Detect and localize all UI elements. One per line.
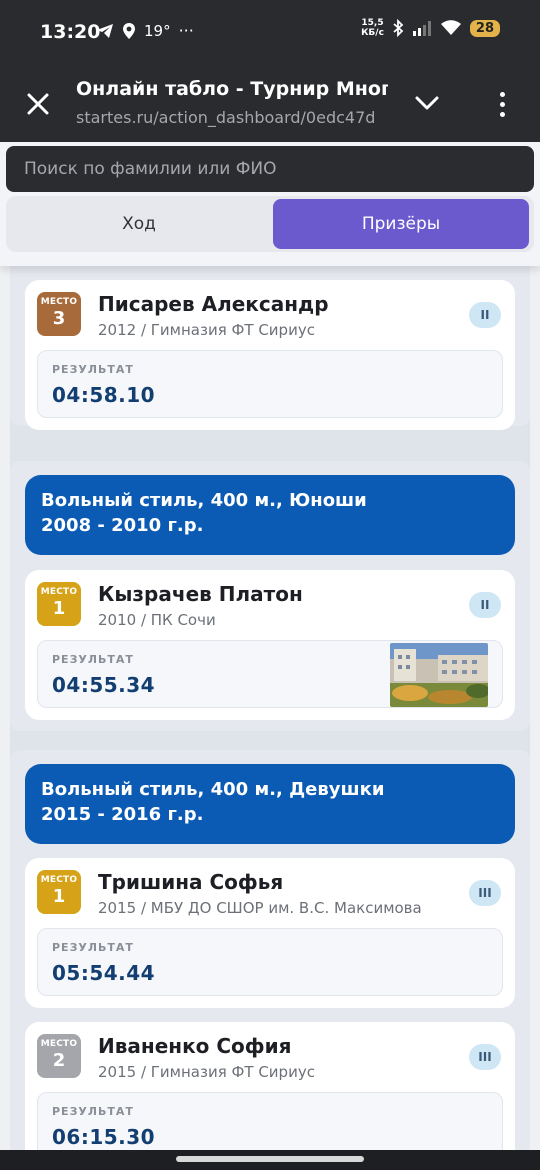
event-group: Вольный стиль, 400 м., Девушки 2015 - 20… xyxy=(10,750,530,1150)
winners-list: МЕСТО 3 Писарев Александр 2012 / Гимнази… xyxy=(10,256,530,1150)
result-box: РЕЗУЛЬТАТ 05:54.44 xyxy=(37,928,503,996)
event-header: Вольный стиль, 400 м., Юноши 2008 - 2010… xyxy=(25,475,515,555)
bluetooth-icon xyxy=(393,19,404,37)
more-menu-button[interactable] xyxy=(490,84,514,124)
athlete-name: Иваненко София xyxy=(98,1034,292,1058)
result-box: РЕЗУЛЬТАТ 04:58.10 xyxy=(37,350,503,418)
network-speed-value: 15,5 xyxy=(361,18,384,28)
result-label: РЕЗУЛЬТАТ xyxy=(52,1105,134,1118)
search-input[interactable]: Поиск по фамилии или ФИО xyxy=(6,146,534,192)
status-time: 13:20 xyxy=(40,21,101,43)
network-speed: 15,5 КБ/с xyxy=(361,18,384,38)
expand-button[interactable] xyxy=(410,86,444,120)
browser-toolbar: Онлайн табло - Турнир Многоборье startes… xyxy=(0,66,540,142)
event-group: Вольный стиль, 400 м., Юноши 2008 - 2010… xyxy=(10,461,530,731)
wifi-icon xyxy=(440,20,461,35)
event-age-range: 2008 - 2010 г.р. xyxy=(41,515,204,536)
tab-winners[interactable]: Призёры xyxy=(273,199,529,249)
page-url[interactable]: startes.ru/action_dashboard/0edc47d xyxy=(76,108,388,127)
menu-dot xyxy=(499,101,505,107)
athlete-info: 2012 / Гимназия ФТ Сириус xyxy=(98,321,315,339)
menu-dot xyxy=(499,111,505,117)
athlete-name: Писарев Александр xyxy=(98,292,329,316)
result-label: РЕЗУЛЬТАТ xyxy=(52,363,134,376)
system-nav-bar xyxy=(0,1150,540,1170)
result-label: РЕЗУЛЬТАТ xyxy=(52,653,134,666)
athlete-info: 2010 / ПК Сочи xyxy=(98,611,216,629)
place-label: МЕСТО xyxy=(40,297,78,307)
venue-photo-image xyxy=(390,643,488,707)
winner-card[interactable]: МЕСТО 1 Кызрачев Платон 2010 / ПК Сочи I… xyxy=(25,570,515,720)
status-bar: 13:20 19° ··· 15,5 КБ/с 28 xyxy=(0,0,540,66)
rank-badge: III xyxy=(469,1044,501,1070)
status-temperature: 19° xyxy=(144,21,171,40)
battery-icon: 28 xyxy=(469,19,500,37)
place-badge: МЕСТО 1 xyxy=(37,582,81,626)
location-icon xyxy=(123,22,135,39)
result-box: РЕЗУЛЬТАТ 06:15.30 xyxy=(37,1092,503,1150)
event-title: Вольный стиль, 400 м., Юноши xyxy=(41,490,367,511)
result-box: РЕЗУЛЬТАТ 04:55.34 xyxy=(37,640,503,708)
result-value: 04:55.34 xyxy=(52,673,156,697)
athlete-info: 2015 / МБУ ДО СШОР им. В.С. Максимова xyxy=(98,899,422,917)
filter-panel: Поиск по фамилии или ФИО Ход Призёры xyxy=(0,142,540,266)
winner-card[interactable]: МЕСТО 2 Иваненко София 2015 / Гимназия Ф… xyxy=(25,1022,515,1150)
menu-dot xyxy=(499,91,505,97)
page-title: Онлайн табло - Турнир Многоборье xyxy=(76,78,388,100)
web-page: Поиск по фамилии или ФИО Ход Призёры МЕС… xyxy=(0,142,540,1150)
event-group: МЕСТО 3 Писарев Александр 2012 / Гимнази… xyxy=(10,256,530,430)
winner-card[interactable]: МЕСТО 1 Тришина Софья 2015 / МБУ ДО СШОР… xyxy=(25,858,515,1008)
place-label: МЕСТО xyxy=(40,587,78,597)
place-number: 3 xyxy=(52,308,66,329)
place-badge: МЕСТО 2 xyxy=(37,1034,81,1078)
home-gesture-handle[interactable] xyxy=(176,1156,364,1162)
signal-icon xyxy=(412,21,431,36)
close-icon xyxy=(27,93,49,115)
place-badge: МЕСТО 3 xyxy=(37,292,81,336)
rank-badge: II xyxy=(469,592,501,618)
rank-badge: II xyxy=(469,302,501,328)
event-header: Вольный стиль, 400 м., Девушки 2015 - 20… xyxy=(25,764,515,844)
place-number: 2 xyxy=(52,1050,66,1071)
chevron-down-icon xyxy=(415,96,439,110)
place-number: 1 xyxy=(52,598,66,619)
athlete-name: Тришина Софья xyxy=(98,870,284,894)
result-value: 05:54.44 xyxy=(52,961,156,985)
tab-progress[interactable]: Ход xyxy=(10,199,268,249)
place-label: МЕСТО xyxy=(40,875,78,885)
winner-card[interactable]: МЕСТО 3 Писарев Александр 2012 / Гимнази… xyxy=(25,280,515,430)
venue-photo xyxy=(390,643,488,707)
close-button[interactable] xyxy=(22,88,54,120)
view-tabs: Ход Призёры xyxy=(6,196,534,252)
event-title: Вольный стиль, 400 м., Девушки xyxy=(41,779,385,800)
result-value: 04:58.10 xyxy=(52,383,156,407)
athlete-info: 2015 / Гимназия ФТ Сириус xyxy=(98,1063,315,1081)
event-age-range: 2015 - 2016 г.р. xyxy=(41,804,204,825)
result-label: РЕЗУЛЬТАТ xyxy=(52,941,134,954)
place-label: МЕСТО xyxy=(40,1039,78,1049)
status-system-icons: 15,5 КБ/с 28 xyxy=(361,18,500,38)
place-number: 1 xyxy=(52,886,66,907)
network-speed-unit: КБ/с xyxy=(361,28,384,38)
athlete-name: Кызрачев Платон xyxy=(98,582,303,606)
result-value: 06:15.30 xyxy=(52,1125,156,1149)
place-badge: МЕСТО 1 xyxy=(37,870,81,914)
status-more-icon: ··· xyxy=(178,21,194,40)
rank-badge: III xyxy=(469,880,501,906)
status-notification-icons: 19° ··· xyxy=(96,21,194,40)
telegram-icon xyxy=(97,23,113,38)
